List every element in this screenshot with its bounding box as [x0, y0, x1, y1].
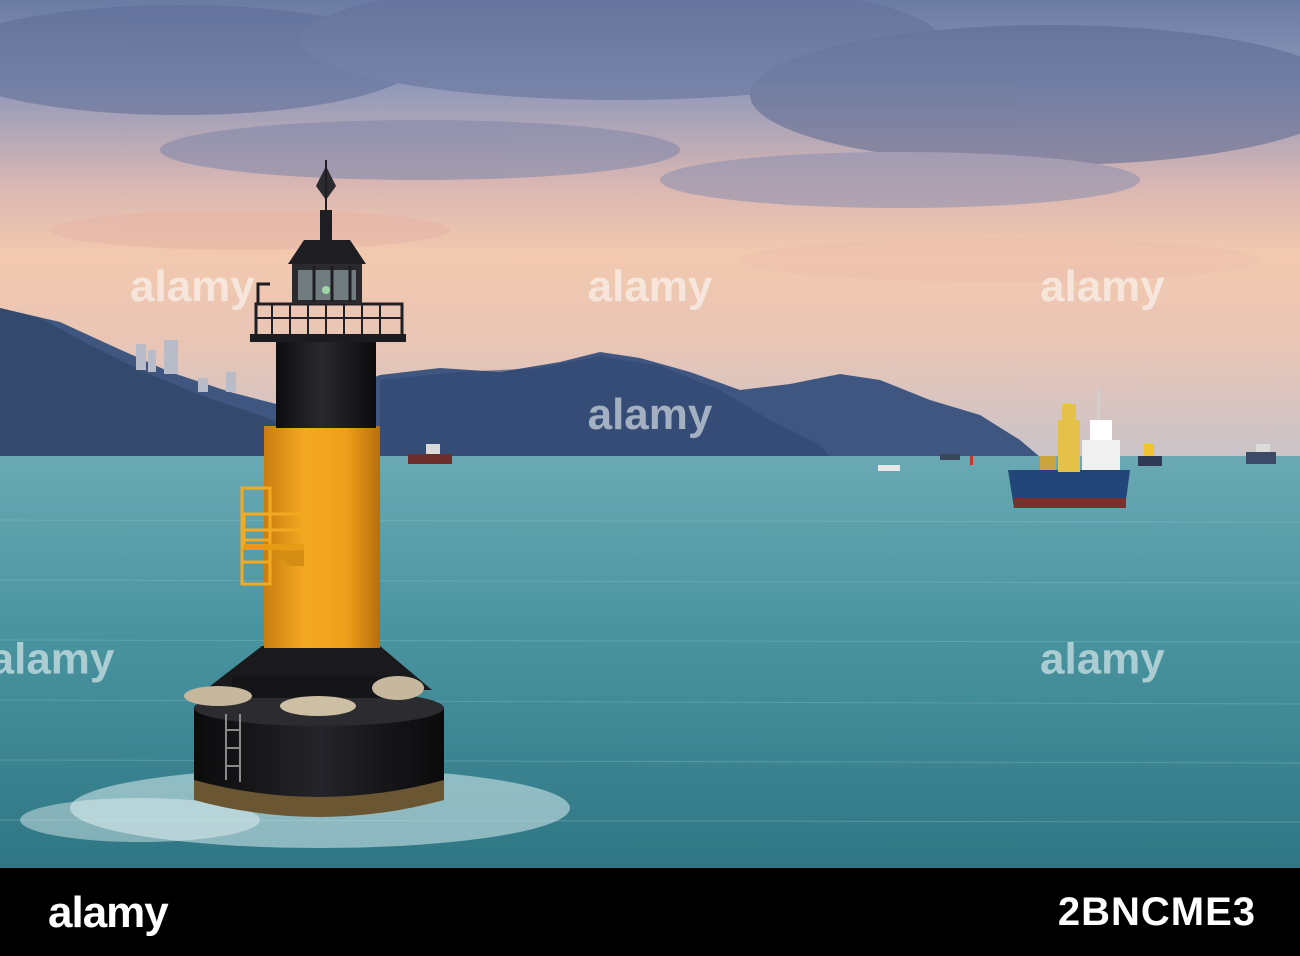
watermark-1: alamy [130, 262, 255, 311]
watermark-5: alamy [588, 390, 713, 439]
watermark-2: alamy [588, 262, 713, 311]
black-band [276, 340, 376, 428]
fender-right [372, 676, 424, 700]
distant-ship-center [940, 454, 960, 460]
lighthouse-photo: alamy alamy alamy alamy alamy alamy [0, 0, 1300, 868]
red-marker-buoy [970, 456, 973, 465]
footer-bar: alamy 2BNCME3 [0, 868, 1300, 956]
watermark-6: alamy [1040, 635, 1165, 684]
watermark-3: alamy [1040, 262, 1165, 311]
alamy-logo: alamy [48, 888, 169, 937]
fender-left [184, 686, 252, 706]
yellow-band [264, 426, 380, 648]
image-stage: alamy alamy alamy alamy alamy alamy alamy 2BN… [0, 0, 1300, 956]
image-id-large: 2BNCME3 [1057, 890, 1256, 934]
fender-mid [280, 696, 356, 716]
watermark-4: alamy [0, 635, 115, 684]
small-boat [878, 465, 900, 471]
